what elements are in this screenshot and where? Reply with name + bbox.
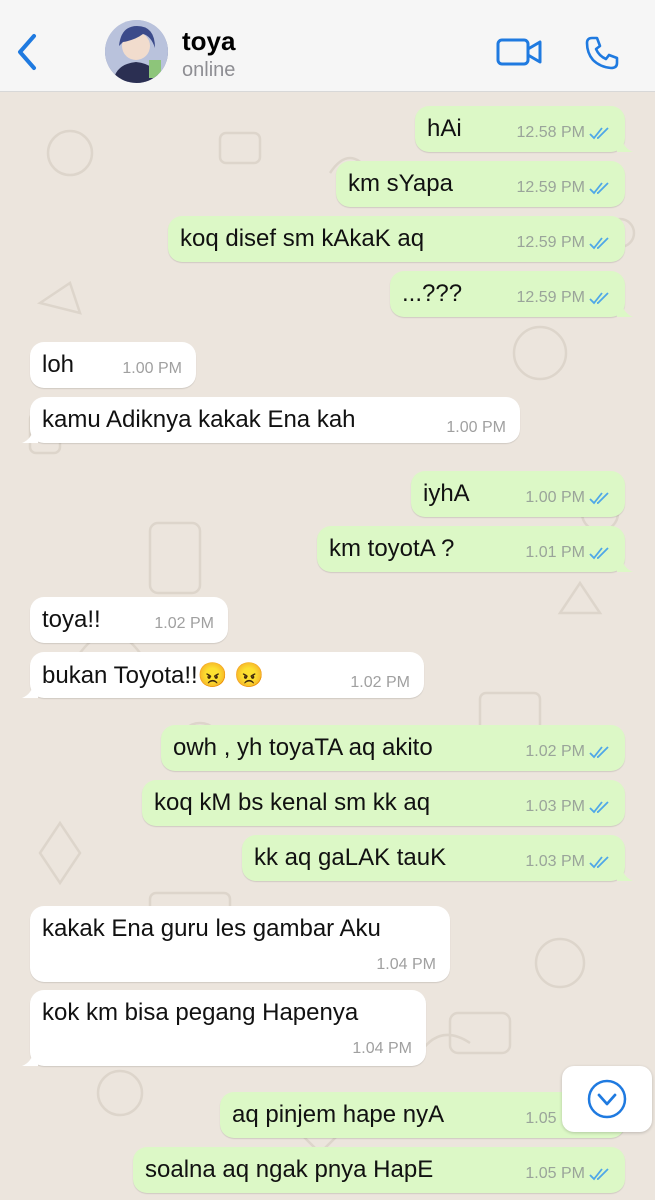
message-time: 12.59 PM xyxy=(516,289,585,306)
double-check-read-icon xyxy=(589,182,609,195)
chat-header: toya online xyxy=(0,0,655,92)
message-outgoing[interactable]: kk aq gaLAK tauK 1.03 PM xyxy=(242,835,633,881)
message-outgoing[interactable]: ...??? 12.59 PM xyxy=(390,271,633,317)
message-text: km sYapa xyxy=(348,170,453,197)
double-check-read-icon xyxy=(589,292,609,305)
message-outgoing[interactable]: iyhA 1.00 PM xyxy=(411,471,625,517)
contact-name[interactable]: toya xyxy=(182,26,235,57)
message-time: 1.02 PM xyxy=(525,743,585,760)
message-time: 1.00 PM xyxy=(122,360,182,377)
double-check-read-icon xyxy=(589,856,609,869)
message-incoming[interactable]: bukan Toyota!!😠 😠 1.02 PM xyxy=(22,652,424,698)
message-time: 1.02 PM xyxy=(154,615,214,632)
message-time: 12.58 PM xyxy=(516,124,585,141)
message-text: kok km bisa pegang Hapenya xyxy=(42,999,359,1026)
chevron-down-circle-icon xyxy=(587,1079,627,1119)
message-time: 1.01 PM xyxy=(525,544,585,561)
message-outgoing[interactable]: km sYapa 12.59 PM xyxy=(336,161,625,207)
double-check-read-icon xyxy=(589,801,609,814)
chevron-left-icon xyxy=(18,34,36,70)
message-text: km toyotA ? xyxy=(329,535,455,562)
phone-icon xyxy=(585,36,619,70)
message-outgoing[interactable]: hAi 12.58 PM xyxy=(415,106,633,152)
message-text: loh xyxy=(42,351,75,378)
message-outgoing[interactable]: owh , yh toyaTA aq akito 1.02 PM xyxy=(161,725,625,771)
double-check-read-icon xyxy=(589,237,609,250)
avatar[interactable] xyxy=(105,20,168,83)
message-incoming[interactable]: toya!! 1.02 PM xyxy=(30,597,228,643)
message-incoming[interactable]: kakak Ena guru les gambar Aku 1.04 PM xyxy=(30,906,450,982)
message-time: 1.00 PM xyxy=(446,419,506,436)
message-time: 12.59 PM xyxy=(516,179,585,196)
double-check-read-icon xyxy=(589,127,609,140)
scroll-to-bottom-button[interactable] xyxy=(562,1066,652,1132)
message-text: soalna aq ngak pnya HapE xyxy=(145,1156,434,1183)
message-text: ...??? xyxy=(402,280,463,307)
message-time: 1.02 PM xyxy=(350,674,410,691)
double-check-read-icon xyxy=(589,547,609,560)
double-check-read-icon xyxy=(589,1168,609,1181)
message-time: 1.05 PM xyxy=(525,1165,585,1182)
message-incoming[interactable]: kok km bisa pegang Hapenya 1.04 PM xyxy=(22,990,426,1066)
back-button[interactable] xyxy=(12,30,42,74)
message-outgoing[interactable]: koq kM bs kenal sm kk aq 1.03 PM xyxy=(142,780,625,826)
message-text: kamu Adiknya kakak Ena kah xyxy=(42,406,356,433)
message-outgoing[interactable]: km toyotA ? 1.01 PM xyxy=(317,526,633,572)
video-camera-icon xyxy=(496,38,542,66)
message-text: bukan Toyota!!😠 😠 xyxy=(42,662,265,689)
message-text: koq kM bs kenal sm kk aq xyxy=(154,789,431,816)
voice-call-button[interactable] xyxy=(584,35,620,71)
message-text: kk aq gaLAK tauK xyxy=(254,844,447,871)
double-check-read-icon xyxy=(589,746,609,759)
message-text: owh , yh toyaTA aq akito xyxy=(173,734,433,761)
message-text: koq disef sm kAkaK aq xyxy=(180,225,425,252)
message-outgoing[interactable]: soalna aq ngak pnya HapE 1.05 PM xyxy=(133,1147,625,1193)
message-outgoing[interactable]: koq disef sm kAkaK aq 12.59 PM xyxy=(168,216,625,262)
message-time: 12.59 PM xyxy=(516,234,585,251)
message-incoming[interactable]: loh 1.00 PM xyxy=(30,342,196,388)
message-text: aq pinjem hape nyA xyxy=(232,1101,445,1128)
message-text: iyhA xyxy=(423,480,470,507)
message-incoming[interactable]: kamu Adiknya kakak Ena kah 1.00 PM xyxy=(22,397,520,443)
message-time: 1.04 PM xyxy=(352,1040,412,1057)
message-time: 1.03 PM xyxy=(525,798,585,815)
video-call-button[interactable] xyxy=(496,36,542,68)
contact-status: online xyxy=(182,59,236,81)
double-check-read-icon xyxy=(589,492,609,505)
message-text: toya!! xyxy=(42,606,101,633)
message-time: 1.00 PM xyxy=(525,489,585,506)
message-time: 1.04 PM xyxy=(376,956,436,973)
message-text: kakak Ena guru les gambar Aku xyxy=(42,915,381,942)
message-text: hAi xyxy=(427,115,462,142)
message-time: 1.03 PM xyxy=(525,853,585,870)
